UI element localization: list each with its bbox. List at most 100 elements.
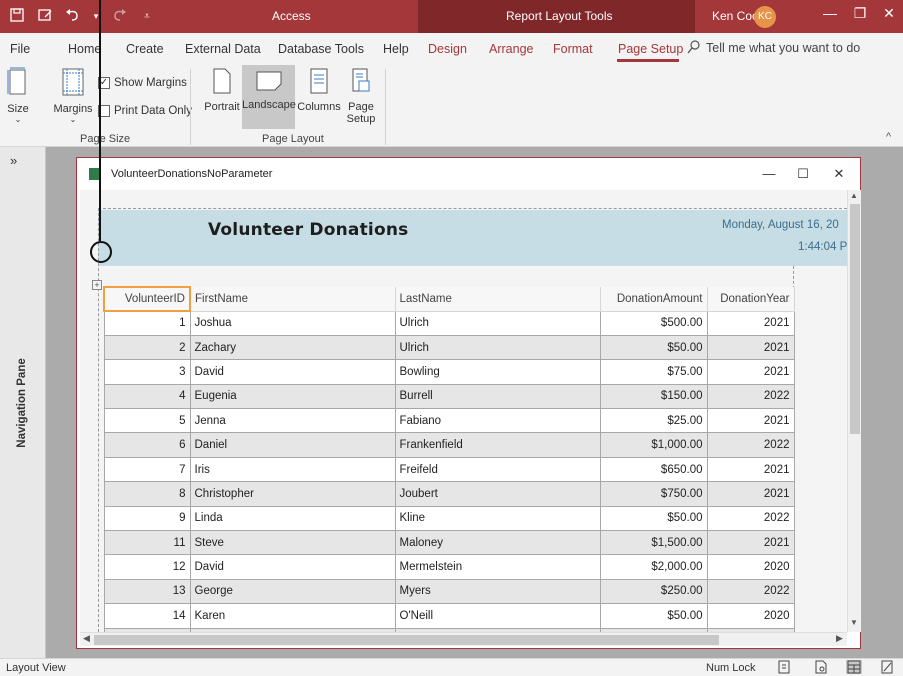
cell-firstname[interactable]: Steve (189, 530, 396, 556)
layout-selector-icon[interactable]: + (92, 280, 102, 290)
report-time[interactable]: 1:44:04 P (798, 241, 847, 253)
restore-button[interactable]: ❐ (845, 5, 875, 22)
tab-page-setup[interactable]: Page Setup (618, 42, 683, 56)
close-button[interactable]: ✕ (874, 5, 903, 22)
cell-volunteerid[interactable]: 6 (103, 432, 191, 458)
margins-button[interactable]: Margins ⌄ (52, 67, 94, 124)
tab-file[interactable]: File (10, 42, 30, 56)
cell-lastname[interactable]: Ulrich (394, 334, 601, 361)
cell-firstname[interactable]: Joshua (189, 310, 396, 336)
maximize-button[interactable]: ☐ (791, 166, 815, 182)
cell-firstname[interactable]: Zachary (189, 334, 396, 361)
tab-arrange[interactable]: Arrange (489, 42, 533, 56)
cell-firstname[interactable]: David (189, 554, 396, 580)
column-header-donationamount[interactable]: DonationAmount (599, 287, 708, 312)
cell-volunteerid[interactable]: 13 (103, 578, 191, 605)
cell-volunteerid[interactable]: 9 (103, 505, 191, 532)
cell-donationamount[interactable]: $250.00 (599, 578, 708, 605)
layout-view-icon[interactable] (846, 660, 862, 674)
close-button[interactable]: ✕ (827, 166, 851, 182)
cell-firstname[interactable]: Karen (189, 603, 396, 629)
cell-donationyear[interactable]: 2021 (706, 456, 795, 483)
cell-lastname[interactable]: Fabiano (394, 408, 601, 434)
cell-donationyear[interactable]: 2021 (706, 310, 795, 336)
cell-donationamount[interactable]: $1,500.00 (599, 530, 708, 556)
scroll-right-icon[interactable]: ▶ (836, 633, 843, 644)
cell-volunteerid[interactable]: 4 (103, 383, 191, 410)
tab-create[interactable]: Create (126, 42, 164, 56)
cell-volunteerid[interactable]: 1 (103, 310, 191, 336)
cell-donationamount[interactable]: $500.00 (599, 310, 708, 336)
tell-me-search[interactable]: Tell me what you want to do (706, 41, 860, 55)
navigation-pane[interactable]: » Navigation Pane (0, 147, 46, 658)
minimize-button[interactable]: — (757, 166, 781, 181)
report-date[interactable]: Monday, August 16, 20 (722, 219, 839, 231)
size-button[interactable]: Size ⌄ (4, 67, 32, 124)
cell-lastname[interactable]: Joubert (394, 481, 601, 507)
tab-help[interactable]: Help (383, 42, 409, 56)
cell-volunteerid[interactable]: 2 (103, 334, 191, 361)
cell-lastname[interactable]: Burrell (394, 383, 601, 410)
customize-toolbar-icon[interactable]: ⩡ (138, 11, 156, 22)
vertical-scrollbar[interactable]: ▲ ▼ (847, 190, 861, 632)
scroll-up-icon[interactable]: ▲ (850, 191, 858, 200)
avatar[interactable]: KC (754, 6, 776, 28)
cell-firstname[interactable]: Daniel (189, 432, 396, 458)
cell-lastname[interactable]: Myers (394, 578, 601, 605)
form-view-icon[interactable] (36, 8, 54, 26)
cell-donationyear[interactable]: 2021 (706, 334, 795, 361)
page-setup-button[interactable]: Page Setup (345, 67, 377, 125)
cell-donationamount[interactable]: $750.00 (599, 481, 708, 507)
cell-lastname[interactable]: Kline (394, 505, 601, 532)
cell-lastname[interactable]: Bowling (394, 359, 601, 385)
cell-donationamount[interactable]: $2,000.00 (599, 554, 708, 580)
cell-firstname[interactable]: Iris (189, 456, 396, 483)
horizontal-scrollbar[interactable]: ◀ ▶ (80, 632, 847, 646)
cell-lastname[interactable]: O'Neill (394, 603, 601, 629)
report-title[interactable]: Volunteer Donations (208, 220, 408, 240)
design-view-icon[interactable] (879, 660, 895, 674)
cell-firstname[interactable]: George (189, 578, 396, 605)
cell-donationyear[interactable]: 2020 (706, 603, 795, 629)
cell-firstname[interactable]: David (189, 359, 396, 385)
cell-donationyear[interactable]: 2022 (706, 432, 795, 458)
cell-donationamount[interactable]: $650.00 (599, 456, 708, 483)
cell-firstname[interactable]: Eugenia (189, 383, 396, 410)
cell-volunteerid[interactable]: 11 (103, 530, 191, 556)
scroll-down-icon[interactable]: ▼ (850, 618, 858, 627)
tab-home[interactable]: Home (68, 42, 101, 56)
cell-donationamount[interactable]: $50.00 (599, 334, 708, 361)
cell-volunteerid[interactable]: 14 (103, 603, 191, 629)
undo-icon[interactable] (64, 8, 82, 26)
collapse-ribbon-icon[interactable]: ^ (886, 131, 891, 143)
column-header-firstname[interactable]: FirstName (189, 287, 396, 312)
cell-donationyear[interactable]: 2021 (706, 530, 795, 556)
scroll-left-icon[interactable]: ◀ (83, 633, 90, 644)
cell-donationamount[interactable]: $50.00 (599, 505, 708, 532)
cell-donationamount[interactable]: $150.00 (599, 383, 708, 410)
cell-lastname[interactable]: Ulrich (394, 310, 601, 336)
cell-lastname[interactable]: Freifeld (394, 456, 601, 483)
scroll-thumb[interactable] (94, 635, 719, 645)
cell-donationyear[interactable]: 2020 (706, 554, 795, 580)
print-data-only-checkbox[interactable]: Print Data Only (98, 105, 192, 117)
cell-lastname[interactable]: Maloney (394, 530, 601, 556)
cell-firstname[interactable]: Christopher (189, 481, 396, 507)
cell-volunteerid[interactable]: 12 (103, 554, 191, 580)
cell-volunteerid[interactable]: 7 (103, 456, 191, 483)
report-view-icon[interactable] (776, 660, 792, 674)
cell-volunteerid[interactable]: 8 (103, 481, 191, 507)
cell-donationyear[interactable]: 2022 (706, 578, 795, 605)
cell-donationamount[interactable]: $75.00 (599, 359, 708, 385)
column-header-lastname[interactable]: LastName (394, 287, 601, 312)
cell-firstname[interactable]: Linda (189, 505, 396, 532)
cell-volunteerid[interactable]: 3 (103, 359, 191, 385)
tab-format[interactable]: Format (553, 42, 593, 56)
cell-donationyear[interactable]: 2021 (706, 408, 795, 434)
cell-lastname[interactable]: Frankenfield (394, 432, 601, 458)
cell-donationamount[interactable]: $1,000.00 (599, 432, 708, 458)
columns-button[interactable]: Columns (297, 67, 341, 113)
expand-pane-icon[interactable]: » (10, 153, 17, 168)
column-header-volunteerid[interactable]: VolunteerID (103, 286, 191, 312)
cell-donationyear[interactable]: 2022 (706, 383, 795, 410)
